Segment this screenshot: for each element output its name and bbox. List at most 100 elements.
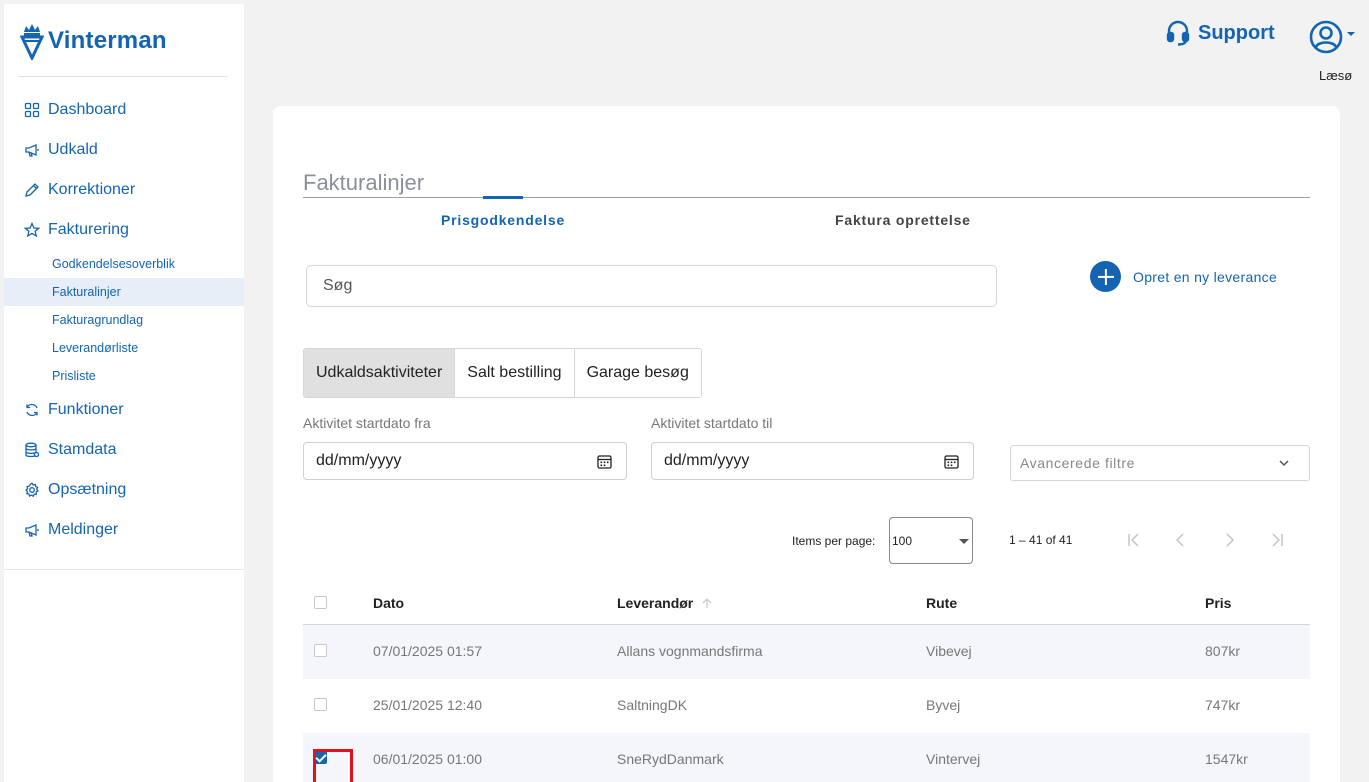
cell-price: 1547kr [1205,751,1248,767]
table-row[interactable]: 07/01/2025 01:57 Allans vognmandsfirma V… [303,625,1310,679]
date-to-value: dd/mm/yyyy [664,452,750,469]
crown-anchor-icon [20,24,44,60]
column-header-pris[interactable]: Pris [1205,595,1231,611]
column-header-leverandor[interactable]: Leverandør [617,595,713,611]
active-tab-indicator [483,196,523,199]
page-title: Fakturalinjer [303,170,425,195]
gear-icon [25,482,39,498]
headset-icon [1166,20,1190,46]
segment-salt-bestilling[interactable]: Salt bestilling [455,349,575,397]
table-row[interactable]: 06/01/2025 01:00 SneRydDanmark Vintervej… [303,733,1310,782]
cell-date: 25/01/2025 12:40 [373,697,482,713]
sidebar-item-label: Stamdata [48,441,117,458]
sidebar-item-dashboard[interactable]: Dashboard [4,90,244,130]
sidebar-item-opsaetning[interactable]: Opsætning [4,470,244,510]
cell-date: 07/01/2025 01:57 [373,643,482,659]
logo[interactable]: Vinterman [20,22,167,60]
next-page-button[interactable] [1219,529,1239,551]
sidebar-item-funktioner[interactable]: Funktioner [4,390,244,430]
cell-supplier: SaltningDK [617,697,688,713]
chevron-down-icon [1347,32,1355,36]
items-per-page-value: 100 [892,534,913,548]
sidebar-subitem-godkendelsesoverblik[interactable]: Godkendelsesoverblik [4,250,244,278]
sidebar-item-label: Fakturering [48,221,129,238]
user-menu[interactable] [1309,20,1355,54]
column-header-dato[interactable]: Dato [373,595,404,611]
items-per-page-label: Items per page: [792,534,876,548]
app-name: Vinterman [48,27,167,54]
pagination-range: 1 – 41 of 41 [1009,533,1073,547]
new-delivery-label: Opret en ny leverance [1133,268,1278,285]
row-checkbox[interactable] [313,749,353,782]
last-page-icon [1272,533,1283,547]
tab-faktura-oprettelse[interactable]: Faktura oprettelse [835,212,971,228]
support-label: Support [1198,21,1275,44]
cell-route: Byvej [926,697,961,713]
column-header-rute[interactable]: Rute [926,595,957,611]
search-input[interactable] [306,265,997,307]
cell-route: Vibevej [926,643,972,659]
row-checkbox[interactable] [314,644,327,657]
sidebar-subitem-fakturagrundlag[interactable]: Fakturagrundlag [4,306,244,334]
advanced-filters-dropdown[interactable]: Avancerede filtre [1010,445,1310,481]
chevron-left-icon [1175,533,1184,547]
pencil-icon [25,183,39,197]
sidebar-item-label: Meldinger [48,521,119,538]
sidebar-subitem-prisliste[interactable]: Prisliste [4,362,244,390]
date-to-label: Aktivitet startdato til [651,415,773,431]
new-delivery-button[interactable]: Opret en ny leverance [1090,261,1277,292]
sidebar: Vinterman Dashboard Udkald Korrektioner [4,4,244,782]
cell-price: 807kr [1205,643,1241,659]
sidebar-nav: Dashboard Udkald Korrektioner Fakturerin… [4,90,244,550]
tab-prisgodkendelse[interactable]: Prisgodkendelse [441,212,565,228]
table-header: Dato Leverandør Rute Pris [303,578,1310,625]
sidebar-item-udkald[interactable]: Udkald [4,130,244,170]
chevron-right-icon [1226,533,1235,547]
table-row[interactable]: 25/01/2025 12:40 SaltningDK Byvej 747kr [303,679,1310,733]
sidebar-item-stamdata[interactable]: Stamdata [4,430,244,470]
date-from-label: Aktivitet startdato fra [303,415,431,431]
user-avatar-icon [1309,20,1343,54]
calendar-icon[interactable] [944,454,959,469]
date-to-input[interactable]: dd/mm/yyyy [651,442,974,480]
last-page-button[interactable] [1267,529,1287,551]
first-page-icon [1128,533,1139,547]
advanced-filters-label: Avancerede filtre [1020,455,1136,471]
segment-udkaldsaktiviteter[interactable]: Udkaldsaktiviteter [304,349,456,397]
cell-price: 747kr [1205,697,1241,713]
support-button[interactable]: Support [1166,20,1275,46]
highlight-box [313,749,353,782]
dashboard-icon [24,102,40,118]
invoice-lines-table: Dato Leverandør Rute Pris 07/01/2025 01:… [303,578,1310,782]
main-card: Fakturalinjer Prisgodkendelse Faktura op… [273,106,1340,782]
cell-date: 06/01/2025 01:00 [373,751,482,767]
row-checkbox[interactable] [314,698,327,711]
previous-page-button[interactable] [1171,529,1191,551]
cell-supplier: Allans vognmandsfirma [617,643,763,659]
date-from-input[interactable]: dd/mm/yyyy [303,442,627,480]
tab-underline [303,197,1310,198]
chevron-down-icon [1279,460,1289,467]
activity-type-toggle: Udkaldsaktiviteter Salt bestilling Garag… [303,348,702,398]
segment-garage-besog[interactable]: Garage besøg [574,349,701,397]
calendar-icon[interactable] [597,454,612,469]
sidebar-item-fakturering[interactable]: Fakturering [4,210,244,250]
cell-route: Vintervej [926,751,981,767]
date-from-value: dd/mm/yyyy [316,452,402,469]
sidebar-item-meldinger[interactable]: Meldinger [4,510,244,550]
star-icon [24,222,40,238]
divider [18,76,228,77]
sidebar-item-label: Funktioner [48,401,124,418]
sidebar-item-korrektioner[interactable]: Korrektioner [4,170,244,210]
column-header-label: Leverandør [617,595,694,611]
database-icon [25,442,40,458]
items-per-page-select[interactable]: 100 [889,517,973,564]
sidebar-item-label: Dashboard [48,101,127,118]
sort-arrow-up-icon [702,598,712,608]
sidebar-subitem-leverandorliste[interactable]: Leverandørliste [4,334,244,362]
sidebar-subitem-fakturalinjer[interactable]: Fakturalinjer [4,278,244,306]
select-all-checkbox[interactable] [314,596,327,609]
divider [4,569,244,570]
first-page-button[interactable] [1124,529,1144,551]
megaphone-icon [25,524,39,537]
